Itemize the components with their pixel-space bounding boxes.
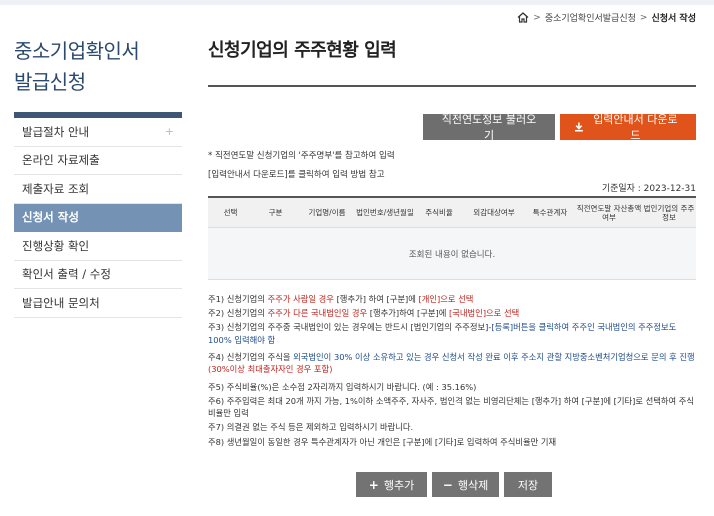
sidebar-item-progress-check[interactable]: 진행상황 확인 [14, 232, 182, 261]
column-header: 기업명/이름 [308, 208, 346, 217]
footnote: 주2) 신청기업의 주주가 다른 국내법인일 경우 [행추가]하여 [구분]에 … [208, 308, 520, 319]
instruction-note: [입력안내서 다운로드]를 클릭하여 입력 방법 참고 [208, 170, 385, 180]
download-guide-button[interactable]: 입력안내서 다운로드 [560, 113, 696, 142]
home-icon[interactable] [517, 12, 529, 23]
footnote: 주5) 주식비율(%)은 소수점 2자리까지 입력하시기 바랍니다. (예 : … [208, 381, 477, 392]
delete-row-button[interactable]: − 행삭제 [432, 472, 499, 497]
footnote: 주7) 의결권 없는 주식 등은 제외하고 입력하시기 바랍니다. [208, 422, 414, 433]
add-row-button[interactable]: + 행추가 [356, 472, 427, 497]
chevron-right-icon: > [639, 12, 648, 23]
footnote: 주8) 생년월일이 동일한 경우 특수관계자가 아닌 개인은 [구분]에 [기타… [208, 436, 557, 447]
column-header: 특수관계자 [532, 208, 568, 217]
sidebar-item-submission-lookup[interactable]: 제출자료 조회 [14, 175, 182, 204]
column-header: 법인번호/생년월일 [356, 208, 414, 217]
sidebar-menu: 발급절차 안내 + 온라인 자료제출 제출자료 조회 신청서 작성 진행상황 확… [14, 118, 182, 318]
sidebar-item-contact[interactable]: 발급안내 문의처 [14, 289, 182, 318]
base-date: 기준일자 : 2023-12-31 [601, 184, 696, 194]
chevron-right-icon: > [533, 12, 541, 23]
breadcrumb: > 중소기업확인서발급신청 > 신청서 작성 [517, 11, 696, 24]
minus-icon: − [442, 477, 453, 492]
top-actions: 직전연도정보 불러오기 입력안내서 다운로드 [423, 113, 696, 142]
plus-icon: + [368, 477, 379, 492]
sidebar-item-process-guide[interactable]: 발급절차 안내 + [14, 118, 182, 147]
footnote: 주6) 주주입력은 최대 20개 까지 가능, 1%이하 소액주주, 자사주, … [208, 396, 695, 419]
table-header: 선택 구분 기업명/이름 법인번호/생년월일 주식비율 외감대상여부 특수관계자… [208, 198, 696, 228]
breadcrumb-current: 신청서 작성 [651, 14, 696, 24]
shareholder-table: 선택 구분 기업명/이름 법인번호/생년월일 주식비율 외감대상여부 특수관계자… [208, 196, 696, 280]
sidebar-item-certificate-print[interactable]: 확인서 출력 / 수정 [14, 261, 182, 289]
table-empty-message: 조회된 내용이 없습니다. [208, 228, 696, 280]
column-header: 구분 [268, 208, 283, 217]
footnote: 주3) 신청기업의 주주중 국내법인이 있는 경우에는 반드시 [법인기업의 주… [208, 322, 677, 345]
save-button[interactable]: 저장 [504, 472, 552, 497]
sidebar: 중소기업확인서 발급신청 발급절차 안내 + 온라인 자료제출 제출자료 조회 … [14, 36, 182, 318]
sidebar-item-application-form[interactable]: 신청서 작성 [14, 203, 182, 232]
footnotes: 주1) 신청기업의 주주가 사람일 경우 [행추가] 하여 [구분]에 [개인]… [208, 293, 696, 450]
column-header: 주식비율 [425, 208, 453, 217]
column-header: 선택 [223, 208, 238, 217]
instruction-note: * 직전연도말 신청기업의 '주주명부'를 참고하여 입력 [208, 151, 395, 161]
main-content: 신청기업의 주주현황 입력 직전연도정보 불러오기 입력안내서 다운로드 * 직… [208, 36, 696, 497]
title-divider [208, 85, 696, 87]
breadcrumb-item[interactable]: 중소기업확인서발급신청 [545, 11, 636, 24]
footnote: 주1) 신청기업의 주주가 사람일 경우 [행추가] 하여 [구분]에 [개인]… [208, 294, 474, 304]
sidebar-title: 중소기업확인서 발급신청 [14, 39, 140, 94]
column-header: 직전연도말 자산총액 여부 [576, 203, 642, 222]
plus-icon[interactable]: + [165, 125, 174, 138]
page-title: 신청기업의 주주현황 입력 [208, 40, 397, 61]
load-prev-year-button[interactable]: 직전연도정보 불러오기 [423, 113, 555, 142]
row-actions: + 행추가 − 행삭제 저장 [356, 472, 552, 497]
top-strip [0, 0, 714, 5]
column-header: 외감대상여부 [473, 208, 515, 217]
footnote: 주4) 신청기업의 주식을 외국법인이 30% 이상 소유하고 있는 경우 신청… [208, 352, 695, 375]
download-icon [574, 122, 583, 132]
sidebar-item-online-submit[interactable]: 온라인 자료제출 [14, 147, 182, 175]
column-header: 법인기업의 주주정보 [643, 203, 695, 222]
